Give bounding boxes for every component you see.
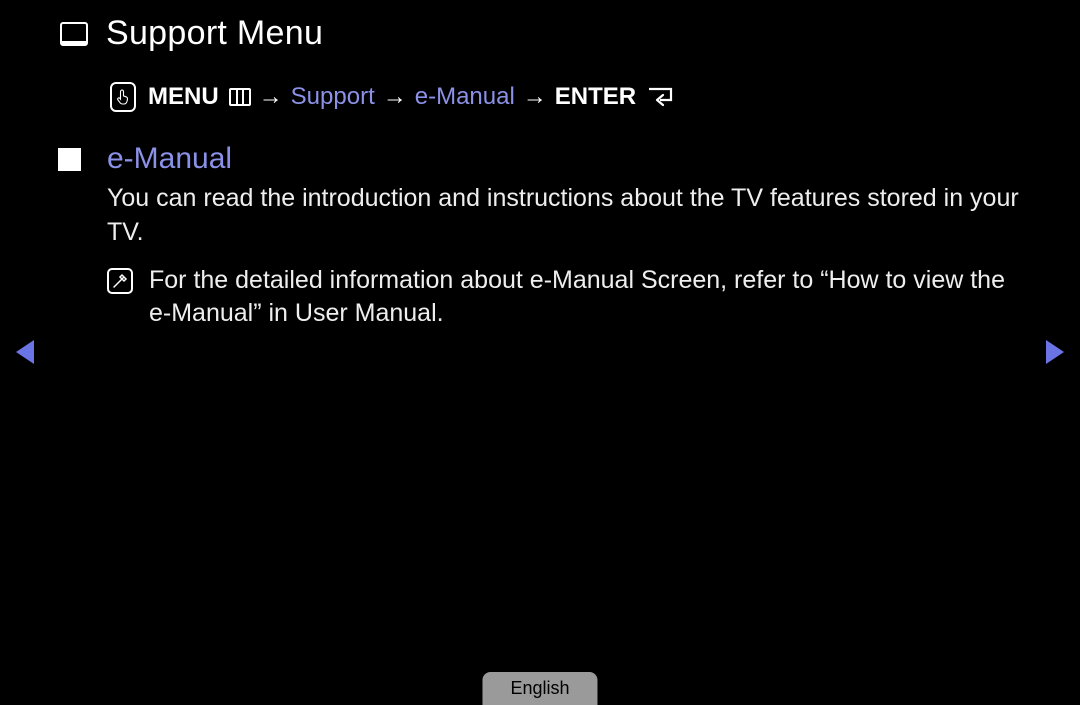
arrow-icon: → bbox=[383, 83, 407, 111]
section: e-Manual You can read the introduction a… bbox=[58, 142, 1032, 331]
breadcrumb-emanual: e-Manual bbox=[415, 83, 515, 111]
language-tab[interactable]: English bbox=[482, 672, 597, 705]
nav-next-button[interactable] bbox=[1046, 340, 1064, 364]
page-title: Support Menu bbox=[106, 14, 323, 53]
note-row: For the detailed information about e-Man… bbox=[107, 264, 1032, 332]
enter-icon bbox=[648, 86, 676, 108]
breadcrumb-support: Support bbox=[291, 83, 375, 111]
section-head: e-Manual bbox=[58, 142, 1032, 176]
nav-prev-button[interactable] bbox=[16, 340, 34, 364]
title-row: Support Menu bbox=[60, 14, 323, 53]
menu-grid-icon bbox=[229, 88, 251, 106]
note-icon bbox=[107, 268, 133, 294]
arrow-icon: → bbox=[523, 83, 547, 111]
touch-icon bbox=[110, 82, 136, 112]
breadcrumb: MENU → Support → e-Manual → ENTER bbox=[110, 82, 684, 112]
breadcrumb-menu: MENU bbox=[148, 83, 219, 111]
arrow-icon: → bbox=[259, 83, 283, 111]
section-title: e-Manual bbox=[107, 142, 232, 176]
note-text: For the detailed information about e-Man… bbox=[149, 264, 1032, 332]
section-body: You can read the introduction and instru… bbox=[107, 182, 1027, 250]
book-icon bbox=[60, 22, 88, 46]
square-bullet-icon bbox=[58, 148, 81, 171]
breadcrumb-enter: ENTER bbox=[555, 83, 636, 111]
